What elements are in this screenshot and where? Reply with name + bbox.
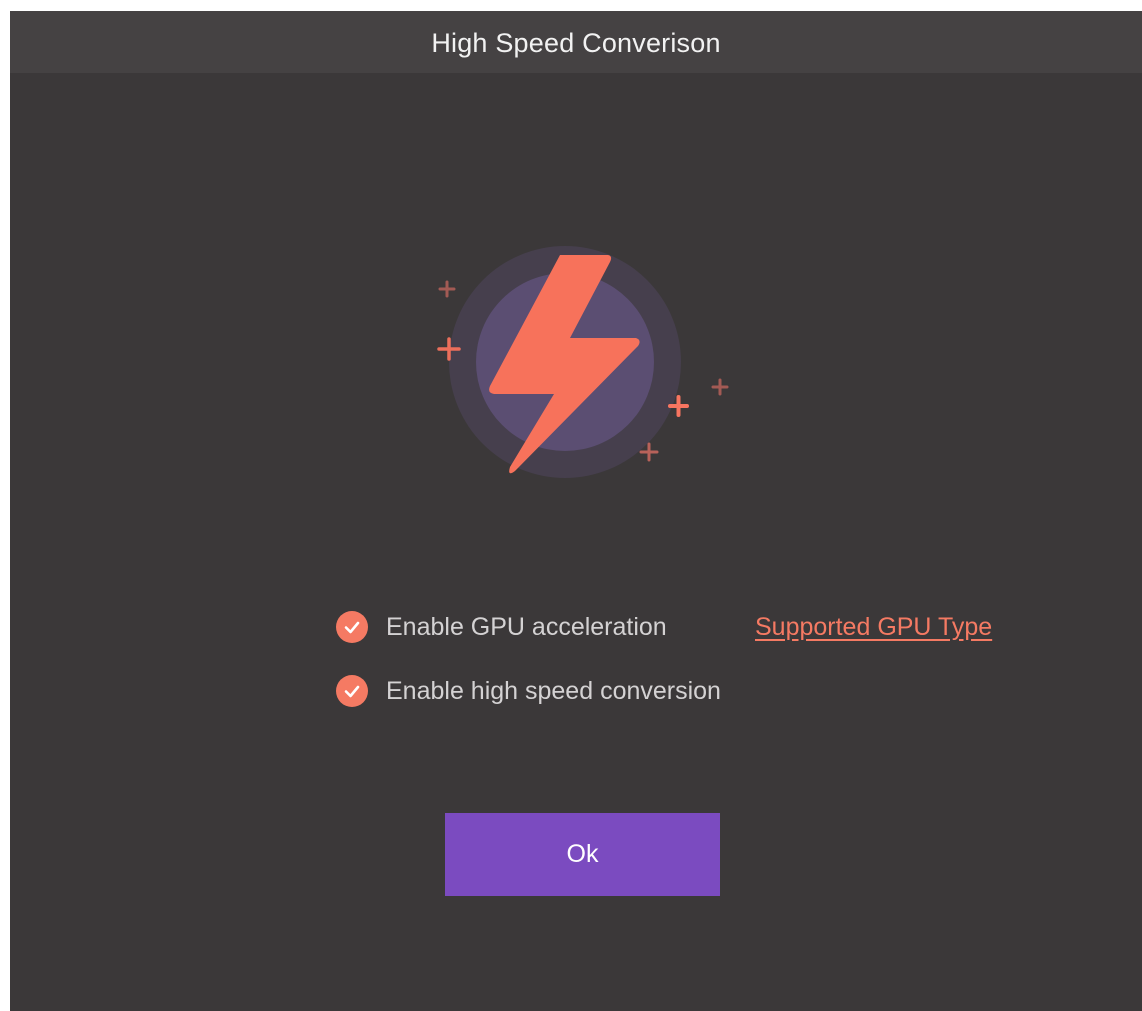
high-speed-conversion-checkbox[interactable] [336,675,368,707]
gpu-acceleration-checkbox[interactable] [336,611,368,643]
gpu-acceleration-label[interactable]: Enable GPU acceleration [386,613,667,642]
plus-sparkle-icon [711,378,729,396]
plus-sparkle-icon [438,280,456,298]
checkmark-icon [344,621,360,634]
high-speed-conversion-option[interactable]: Enable high speed conversion [336,671,721,711]
high-speed-conversion-dialog: High Speed Converison Enable GPU acceler… [10,11,1142,1011]
supported-gpu-type-link[interactable]: Supported GPU Type [755,607,992,647]
hero-illustration [10,11,1142,611]
high-speed-conversion-label[interactable]: Enable high speed conversion [386,677,721,706]
hero-graphic [437,246,729,478]
checkmark-icon [344,685,360,698]
ok-button[interactable]: Ok [445,813,720,896]
gpu-acceleration-option[interactable]: Enable GPU acceleration [336,607,667,647]
